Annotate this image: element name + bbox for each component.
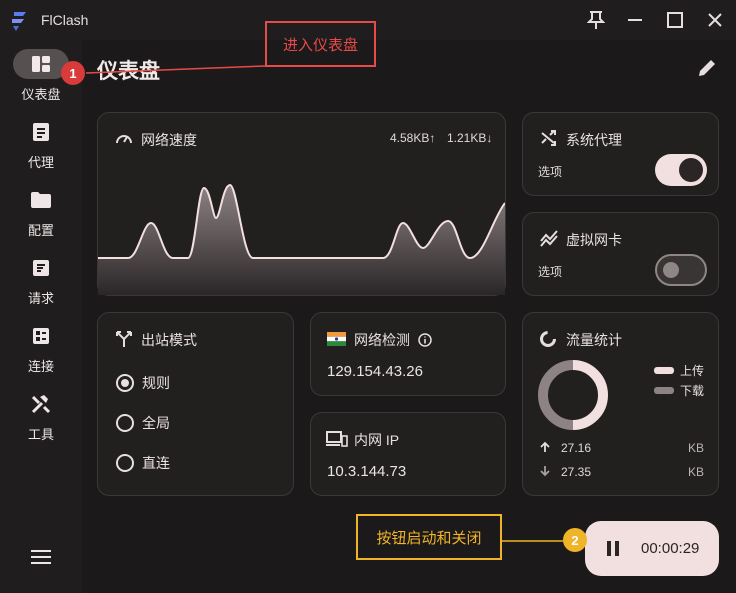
annotation-label-1: 进入仪表盘 [265, 21, 376, 67]
annotation-label-2: 按钮启动和关闭 [356, 514, 502, 560]
annotation-lines [85, 65, 563, 542]
annotation-marker-2: 2 [563, 528, 587, 552]
annotation-marker-1: 1 [61, 61, 85, 85]
